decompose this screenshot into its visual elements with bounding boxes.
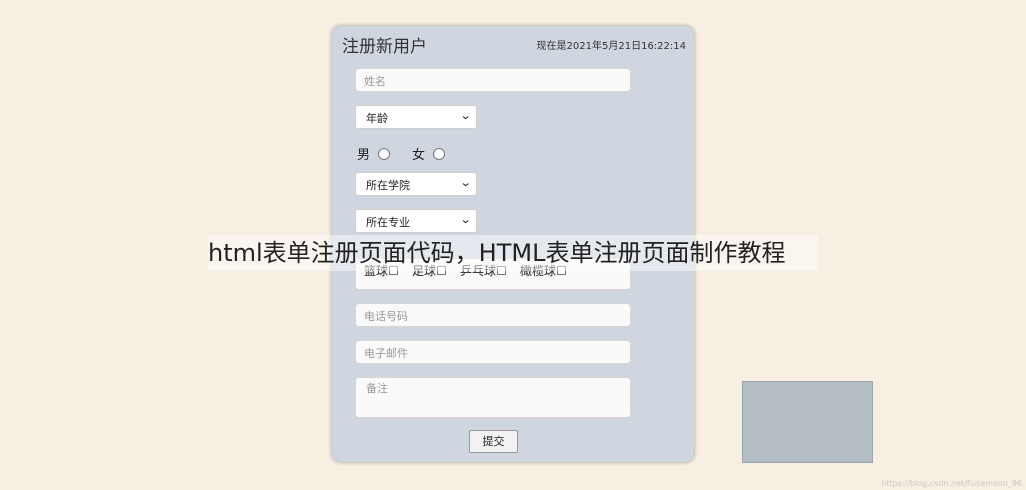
remark-placeholder: 备注 [366,382,388,395]
remark-textarea[interactable]: 备注 [355,377,631,418]
current-time-label: 现在是2021年5月21日16:22:14 [536,41,686,52]
email-placeholder: 电子邮件 [364,347,408,360]
watermark-text: https://blog.csdn.net/Fusamoon_96 [881,479,1022,488]
gender-radio-group: 男 女 [357,144,446,163]
chevron-down-icon: ⌄ [459,176,472,189]
thumbnail-image [742,381,873,463]
college-select-value: 所在学院 [366,179,410,192]
name-input[interactable]: 姓名 [355,68,631,92]
phone-input[interactable]: 电话号码 [355,303,631,327]
gender-female-label: 女 [412,148,426,163]
major-select[interactable]: 所在专业 ⌄ [355,209,477,233]
email-input[interactable]: 电子邮件 [355,340,631,364]
age-select-value: 年龄 [366,112,388,125]
overlay-caption: html表单注册页面代码，HTML表单注册页面制作教程 [208,235,818,271]
gender-male-label: 男 [357,148,371,163]
age-select[interactable]: 年龄 ⌄ [355,105,477,129]
gender-male-radio[interactable] [378,147,391,160]
phone-placeholder: 电话号码 [364,310,408,323]
name-placeholder: 姓名 [364,75,386,88]
gender-female-radio[interactable] [433,147,446,160]
chevron-down-icon: ⌄ [459,213,472,226]
form-title: 注册新用户 [342,37,427,57]
submit-button[interactable]: 提交 [469,430,518,453]
chevron-down-icon: ⌄ [459,109,472,122]
college-select[interactable]: 所在学院 ⌄ [355,172,477,196]
major-select-value: 所在专业 [366,216,410,229]
